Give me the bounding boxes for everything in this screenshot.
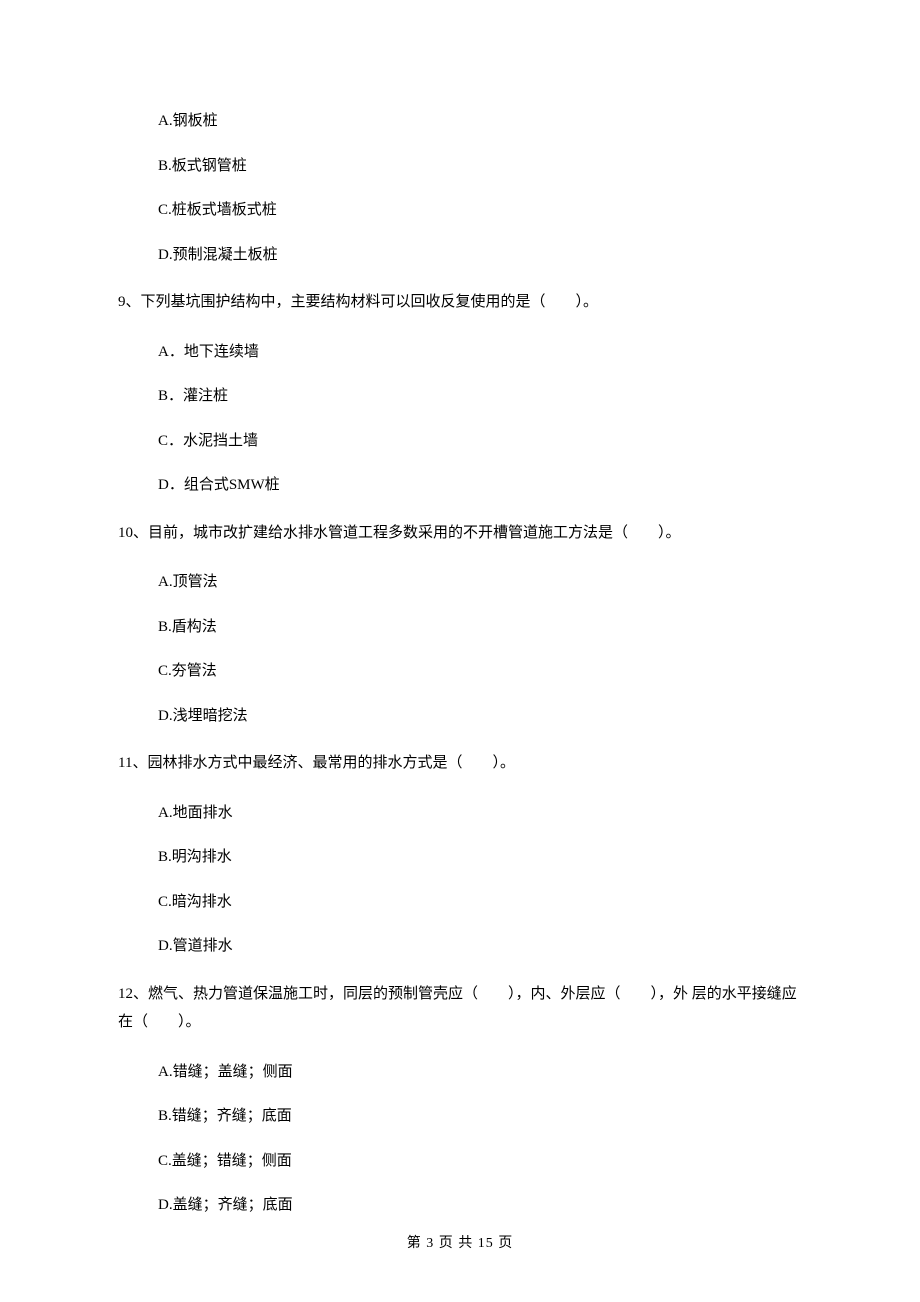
option-group: A.错缝；盖缝；侧面 B.错缝；齐缝；底面 C.盖缝；错缝；侧面 D.盖缝；齐缝… <box>158 1061 802 1217</box>
option-d: D.预制混凝土板桩 <box>158 244 802 267</box>
question-9: 9、下列基坑围护结构中，主要结构材料可以回收反复使用的是（ ）。 A．地下连续墙… <box>118 288 802 497</box>
page-container: A.钢板桩 B.板式钢管桩 C.桩板式墙板式桩 D.预制混凝土板桩 9、下列基坑… <box>0 0 920 1302</box>
option-a: A．地下连续墙 <box>158 341 802 364</box>
option-a: A.钢板桩 <box>158 110 802 133</box>
option-d: D.浅埋暗挖法 <box>158 705 802 728</box>
option-group: A．地下连续墙 B．灌注桩 C．水泥挡土墙 D．组合式SMW桩 <box>158 341 802 497</box>
option-d: D．组合式SMW桩 <box>158 474 802 497</box>
question-text: 11、园林排水方式中最经济、最常用的排水方式是（ ）。 <box>118 749 802 778</box>
option-d: D.管道排水 <box>158 935 802 958</box>
question-12: 12、燃气、热力管道保温施工时，同层的预制管壳应（ ），内、外层应（ ），外 层… <box>118 980 802 1217</box>
option-b: B．灌注桩 <box>158 385 802 408</box>
option-a: A.错缝；盖缝；侧面 <box>158 1061 802 1084</box>
page-footer: 第 3 页 共 15 页 <box>0 1233 920 1254</box>
question-10: 10、目前，城市改扩建给水排水管道工程多数采用的不开槽管道施工方法是（ ）。 A… <box>118 519 802 728</box>
option-b: B.板式钢管桩 <box>158 155 802 178</box>
question-text: 12、燃气、热力管道保温施工时，同层的预制管壳应（ ），内、外层应（ ），外 层… <box>118 980 802 1037</box>
question-text: 10、目前，城市改扩建给水排水管道工程多数采用的不开槽管道施工方法是（ ）。 <box>118 519 802 548</box>
option-group: A.地面排水 B.明沟排水 C.暗沟排水 D.管道排水 <box>158 802 802 958</box>
option-b: B.盾构法 <box>158 616 802 639</box>
option-a: A.地面排水 <box>158 802 802 825</box>
option-c: C.桩板式墙板式桩 <box>158 199 802 222</box>
option-group: A.顶管法 B.盾构法 C.夯管法 D.浅埋暗挖法 <box>158 571 802 727</box>
option-b: B.明沟排水 <box>158 846 802 869</box>
option-b: B.错缝；齐缝；底面 <box>158 1105 802 1128</box>
option-d: D.盖缝；齐缝；底面 <box>158 1194 802 1217</box>
option-c: C.暗沟排水 <box>158 891 802 914</box>
question-text: 9、下列基坑围护结构中，主要结构材料可以回收反复使用的是（ ）。 <box>118 288 802 317</box>
option-c: C．水泥挡土墙 <box>158 430 802 453</box>
question-11: 11、园林排水方式中最经济、最常用的排水方式是（ ）。 A.地面排水 B.明沟排… <box>118 749 802 958</box>
option-a: A.顶管法 <box>158 571 802 594</box>
option-c: C.盖缝；错缝；侧面 <box>158 1150 802 1173</box>
orphan-option-group: A.钢板桩 B.板式钢管桩 C.桩板式墙板式桩 D.预制混凝土板桩 <box>158 110 802 266</box>
option-c: C.夯管法 <box>158 660 802 683</box>
